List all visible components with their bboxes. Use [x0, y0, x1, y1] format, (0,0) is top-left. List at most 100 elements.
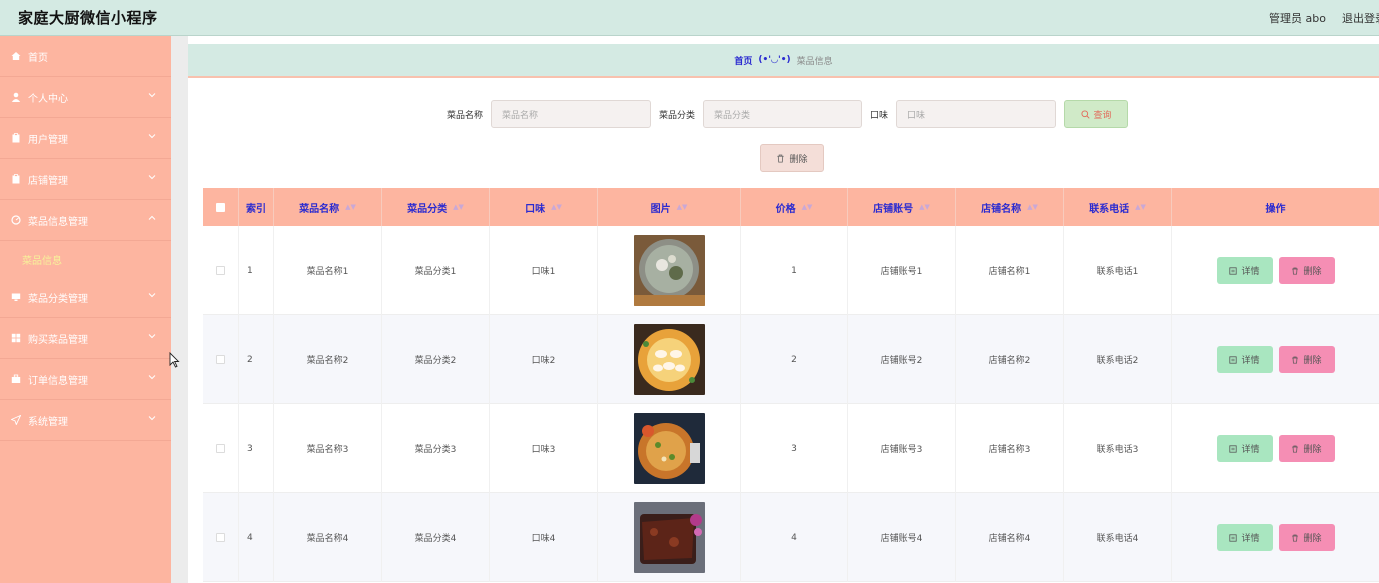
- cell-shop-account: 店铺账号3: [848, 404, 956, 493]
- col-shop-name[interactable]: 店铺名称 ▲▼: [956, 188, 1064, 226]
- col-dish-category[interactable]: 菜品分类 ▲▼: [382, 188, 490, 226]
- search-form: 菜品名称 菜品名称 菜品分类 菜品分类 口味 口味 查询: [447, 100, 1129, 128]
- col-shop-account[interactable]: 店铺账号 ▲▼: [848, 188, 956, 226]
- chevron-down-icon: [148, 375, 156, 380]
- cell-image: [598, 315, 741, 404]
- dish-category-input[interactable]: 菜品分类: [703, 100, 863, 128]
- cell-price: 1: [741, 226, 848, 315]
- detail-button[interactable]: 详情: [1216, 346, 1273, 373]
- trash-icon: [1292, 356, 1299, 364]
- breadcrumb: 首页 (•'◡'•) 菜品信息: [188, 44, 1379, 78]
- sidebar-item-system[interactable]: 系统管理: [0, 400, 171, 441]
- query-button-label: 查询: [1093, 110, 1112, 121]
- table-row: 4 菜品名称4 菜品分类4 口味4 4 店铺账号4 店铺名称4 联系电话4 详情…: [203, 493, 1379, 582]
- taste-label: 口味: [870, 110, 889, 121]
- trash-icon: [777, 154, 785, 163]
- dish-photo[interactable]: [633, 502, 705, 573]
- clipboard-icon: [10, 132, 22, 144]
- row-checkbox[interactable]: [216, 444, 225, 453]
- gauge-icon: [10, 214, 22, 226]
- sidebar-item-shops[interactable]: 店铺管理: [0, 159, 171, 200]
- sidebar-item-label: 菜品分类管理: [28, 293, 88, 305]
- cell-image: [598, 226, 741, 315]
- sidebar-item-purchases[interactable]: 购买菜品管理: [0, 318, 171, 359]
- chevron-down-icon: [148, 416, 156, 421]
- taste-input[interactable]: 口味: [896, 100, 1057, 128]
- dish-photo[interactable]: [633, 413, 705, 484]
- col-price[interactable]: 价格 ▲▼: [741, 188, 848, 226]
- cell-dish-name: 菜品名称3: [274, 404, 382, 493]
- col-dish-name[interactable]: 菜品名称 ▲▼: [274, 188, 382, 226]
- breadcrumb-current: 菜品信息: [796, 56, 833, 67]
- sort-icon: ▲▼: [919, 203, 930, 211]
- sidebar: 首页 个人中心 用户管理 店铺管理 菜品信息管理 菜品信息 菜品分类管理 购买菜…: [0, 36, 171, 583]
- delete-button[interactable]: 删除: [1278, 524, 1335, 551]
- sidebar-item-orders[interactable]: 订单信息管理: [0, 359, 171, 400]
- delete-button[interactable]: 删除: [1278, 257, 1335, 284]
- row-checkbox[interactable]: [216, 266, 225, 275]
- dish-photo[interactable]: [633, 235, 705, 306]
- sort-icon: ▲▼: [345, 203, 356, 211]
- trash-icon: [1292, 267, 1299, 275]
- query-button[interactable]: 查询: [1064, 100, 1129, 128]
- delete-button[interactable]: 删除: [1278, 435, 1335, 462]
- detail-button[interactable]: 详情: [1216, 524, 1273, 551]
- sidebar-item-dishes[interactable]: 菜品信息管理: [0, 200, 171, 241]
- table-row: 1 菜品名称1 菜品分类1 口味1 1 店铺账号1 店铺名称1 联系电话1 详情…: [203, 226, 1379, 315]
- sidebar-item-users[interactable]: 用户管理: [0, 118, 171, 159]
- logout-link[interactable]: 退出登录: [1342, 12, 1379, 25]
- cell-dish-category: 菜品分类2: [382, 315, 490, 404]
- col-taste[interactable]: 口味 ▲▼: [490, 188, 598, 226]
- home-icon: [10, 50, 22, 62]
- sidebar-item-label: 菜品信息管理: [28, 216, 88, 228]
- breadcrumb-home[interactable]: 首页: [734, 54, 752, 67]
- sidebar-item-label: 店铺管理: [28, 175, 68, 187]
- chevron-down-icon: [148, 293, 156, 298]
- cell-price: 2: [741, 315, 848, 404]
- cell-actions: 详情 删除: [1172, 404, 1379, 493]
- chevron-down-icon: [148, 175, 156, 180]
- dish-photo[interactable]: [633, 324, 705, 395]
- sidebar-item-label: 系统管理: [28, 416, 68, 428]
- user-area: 管理员 abo 退出登录: [1269, 10, 1379, 26]
- delete-button[interactable]: 删除: [1278, 346, 1335, 373]
- cell-price: 3: [741, 404, 848, 493]
- table-header: 索引 菜品名称 ▲▼ 菜品分类 ▲▼ 口味 ▲▼ 图片 ▲▼ 价格 ▲▼ 店铺账号 ▲▼ 店…: [203, 188, 1379, 226]
- cell-dish-category: 菜品分类4: [382, 493, 490, 582]
- cell-shop-account: 店铺账号2: [848, 315, 956, 404]
- cell-phone: 联系电话1: [1064, 226, 1172, 315]
- app-title: 家庭大厨微信小程序: [18, 9, 158, 27]
- dish-name-input[interactable]: 菜品名称: [491, 100, 652, 128]
- cell-index: 4: [239, 493, 274, 582]
- sort-icon: ▲▼: [453, 203, 464, 211]
- sidebar-item-label: 购买菜品管理: [28, 334, 88, 346]
- detail-button[interactable]: 详情: [1216, 435, 1273, 462]
- cell-shop-name: 店铺名称1: [956, 226, 1064, 315]
- sidebar-item-profile[interactable]: 个人中心: [0, 77, 171, 118]
- cell-actions: 详情 删除: [1172, 226, 1379, 315]
- cell-actions: 详情 删除: [1172, 315, 1379, 404]
- detail-button[interactable]: 详情: [1216, 257, 1273, 284]
- sidebar-item-label: 首页: [28, 52, 48, 64]
- select-all-checkbox[interactable]: [216, 202, 225, 212]
- cell-dish-name: 菜品名称1: [274, 226, 382, 315]
- row-checkbox[interactable]: [216, 355, 225, 364]
- col-phone[interactable]: 联系电话 ▲▼: [1064, 188, 1172, 226]
- table-row: 3 菜品名称3 菜品分类3 口味3 3 店铺账号3 店铺名称3 联系电话3 详情…: [203, 404, 1379, 493]
- user-icon: [10, 91, 22, 103]
- monitor-icon: [10, 291, 22, 303]
- cell-shop-account: 店铺账号1: [848, 226, 956, 315]
- chevron-down-icon: [148, 93, 156, 98]
- sidebar-item-home[interactable]: 首页: [0, 36, 171, 77]
- cell-index: 3: [239, 404, 274, 493]
- breadcrumb-separator: (•'◡'•): [758, 55, 791, 65]
- cell-dish-category: 菜品分类1: [382, 226, 490, 315]
- trash-icon: [1292, 534, 1299, 542]
- cell-taste: 口味2: [490, 315, 598, 404]
- cell-phone: 联系电话3: [1064, 404, 1172, 493]
- bulk-delete-button[interactable]: 删除: [760, 144, 824, 172]
- sidebar-subitem-dish-info[interactable]: 菜品信息: [0, 241, 171, 277]
- sidebar-item-dish-categories[interactable]: 菜品分类管理: [0, 277, 171, 318]
- row-checkbox[interactable]: [216, 533, 225, 542]
- col-image[interactable]: 图片 ▲▼: [598, 188, 741, 226]
